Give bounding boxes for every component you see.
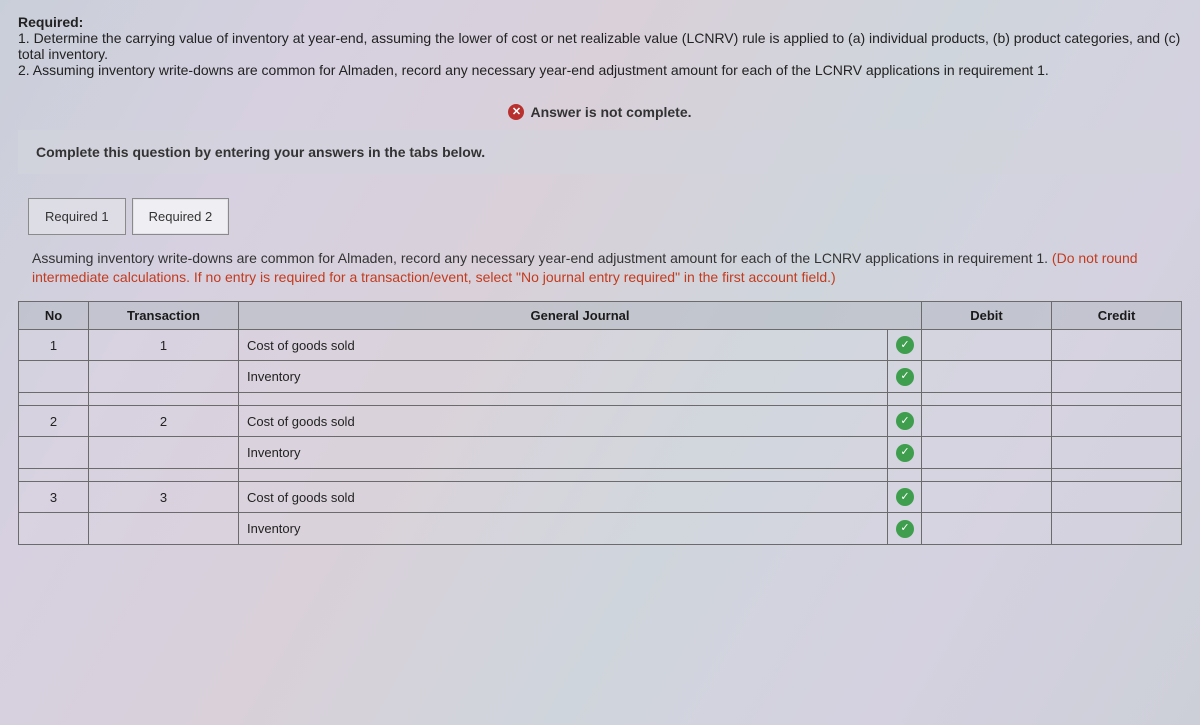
cell-debit[interactable] xyxy=(922,361,1052,393)
col-debit: Debit xyxy=(922,301,1052,329)
tab-required-1[interactable]: Required 1 xyxy=(28,198,126,235)
cell-check xyxy=(887,405,921,437)
cell-no: 2 xyxy=(19,405,89,437)
table-row: 22Cost of goods sold xyxy=(19,405,1182,437)
table-row: 33Cost of goods sold xyxy=(19,481,1182,513)
cell-credit[interactable] xyxy=(1052,481,1182,513)
check-icon xyxy=(896,412,914,430)
check-icon xyxy=(896,368,914,386)
cell-transaction xyxy=(89,437,239,469)
col-transaction: Transaction xyxy=(89,301,239,329)
table-row: Inventory xyxy=(19,361,1182,393)
col-general-journal: General Journal xyxy=(239,301,922,329)
required-line-1: 1. Determine the carrying value of inven… xyxy=(18,30,1180,62)
cell-transaction: 1 xyxy=(89,329,239,361)
cell-no xyxy=(19,468,89,481)
cell-debit[interactable] xyxy=(922,481,1052,513)
required-heading: Required: xyxy=(18,14,83,30)
status-text: Answer is not complete. xyxy=(530,104,691,120)
cell-check xyxy=(887,481,921,513)
cell-no: 3 xyxy=(19,481,89,513)
cell-general-journal[interactable]: Inventory xyxy=(239,513,888,545)
cell-check xyxy=(887,329,921,361)
check-icon xyxy=(896,520,914,538)
cell-transaction xyxy=(89,468,239,481)
instructions: Assuming inventory write-downs are commo… xyxy=(18,245,1182,301)
required-block: Required: 1. Determine the carrying valu… xyxy=(18,14,1182,78)
cell-general-journal[interactable]: Inventory xyxy=(239,361,888,393)
cell-credit[interactable] xyxy=(1052,437,1182,469)
cell-general-journal[interactable]: Cost of goods sold xyxy=(239,405,888,437)
cell-general-journal[interactable] xyxy=(239,392,888,405)
table-row: Inventory xyxy=(19,513,1182,545)
table-row xyxy=(19,392,1182,405)
cell-transaction: 3 xyxy=(89,481,239,513)
cell-no xyxy=(19,361,89,393)
cell-credit[interactable] xyxy=(1052,392,1182,405)
journal-table: No Transaction General Journal Debit Cre… xyxy=(18,301,1182,545)
cell-transaction: 2 xyxy=(89,405,239,437)
required-line-2: 2. Assuming inventory write-downs are co… xyxy=(18,62,1049,78)
cell-check xyxy=(887,392,921,405)
cell-debit[interactable] xyxy=(922,437,1052,469)
cell-credit[interactable] xyxy=(1052,513,1182,545)
cell-no xyxy=(19,513,89,545)
cell-credit[interactable] xyxy=(1052,361,1182,393)
cell-credit[interactable] xyxy=(1052,405,1182,437)
instructions-main: Assuming inventory write-downs are commo… xyxy=(32,250,1052,266)
cell-no xyxy=(19,437,89,469)
tab-required-2[interactable]: Required 2 xyxy=(132,198,230,235)
cell-debit[interactable] xyxy=(922,513,1052,545)
cell-no: 1 xyxy=(19,329,89,361)
check-icon xyxy=(896,336,914,354)
cell-transaction xyxy=(89,513,239,545)
cell-transaction xyxy=(89,392,239,405)
cell-no xyxy=(19,392,89,405)
cell-credit[interactable] xyxy=(1052,468,1182,481)
cell-check xyxy=(887,361,921,393)
cell-check xyxy=(887,468,921,481)
col-no: No xyxy=(19,301,89,329)
cell-check xyxy=(887,513,921,545)
question-prompt: Complete this question by entering your … xyxy=(18,130,1182,174)
cell-transaction xyxy=(89,361,239,393)
table-header-row: No Transaction General Journal Debit Cre… xyxy=(19,301,1182,329)
cell-general-journal[interactable]: Inventory xyxy=(239,437,888,469)
cell-debit[interactable] xyxy=(922,468,1052,481)
check-icon xyxy=(896,488,914,506)
cell-credit[interactable] xyxy=(1052,329,1182,361)
status-banner: ✕ Answer is not complete. xyxy=(18,94,1182,130)
check-icon xyxy=(896,444,914,462)
cell-debit[interactable] xyxy=(922,405,1052,437)
cell-debit[interactable] xyxy=(922,329,1052,361)
cell-check xyxy=(887,437,921,469)
tabs: Required 1 Required 2 xyxy=(28,198,1182,235)
cell-debit[interactable] xyxy=(922,392,1052,405)
cell-general-journal[interactable]: Cost of goods sold xyxy=(239,481,888,513)
cell-general-journal[interactable]: Cost of goods sold xyxy=(239,329,888,361)
table-row xyxy=(19,468,1182,481)
col-credit: Credit xyxy=(1052,301,1182,329)
table-row: Inventory xyxy=(19,437,1182,469)
error-icon: ✕ xyxy=(508,104,524,120)
cell-general-journal[interactable] xyxy=(239,468,888,481)
table-row: 11Cost of goods sold xyxy=(19,329,1182,361)
